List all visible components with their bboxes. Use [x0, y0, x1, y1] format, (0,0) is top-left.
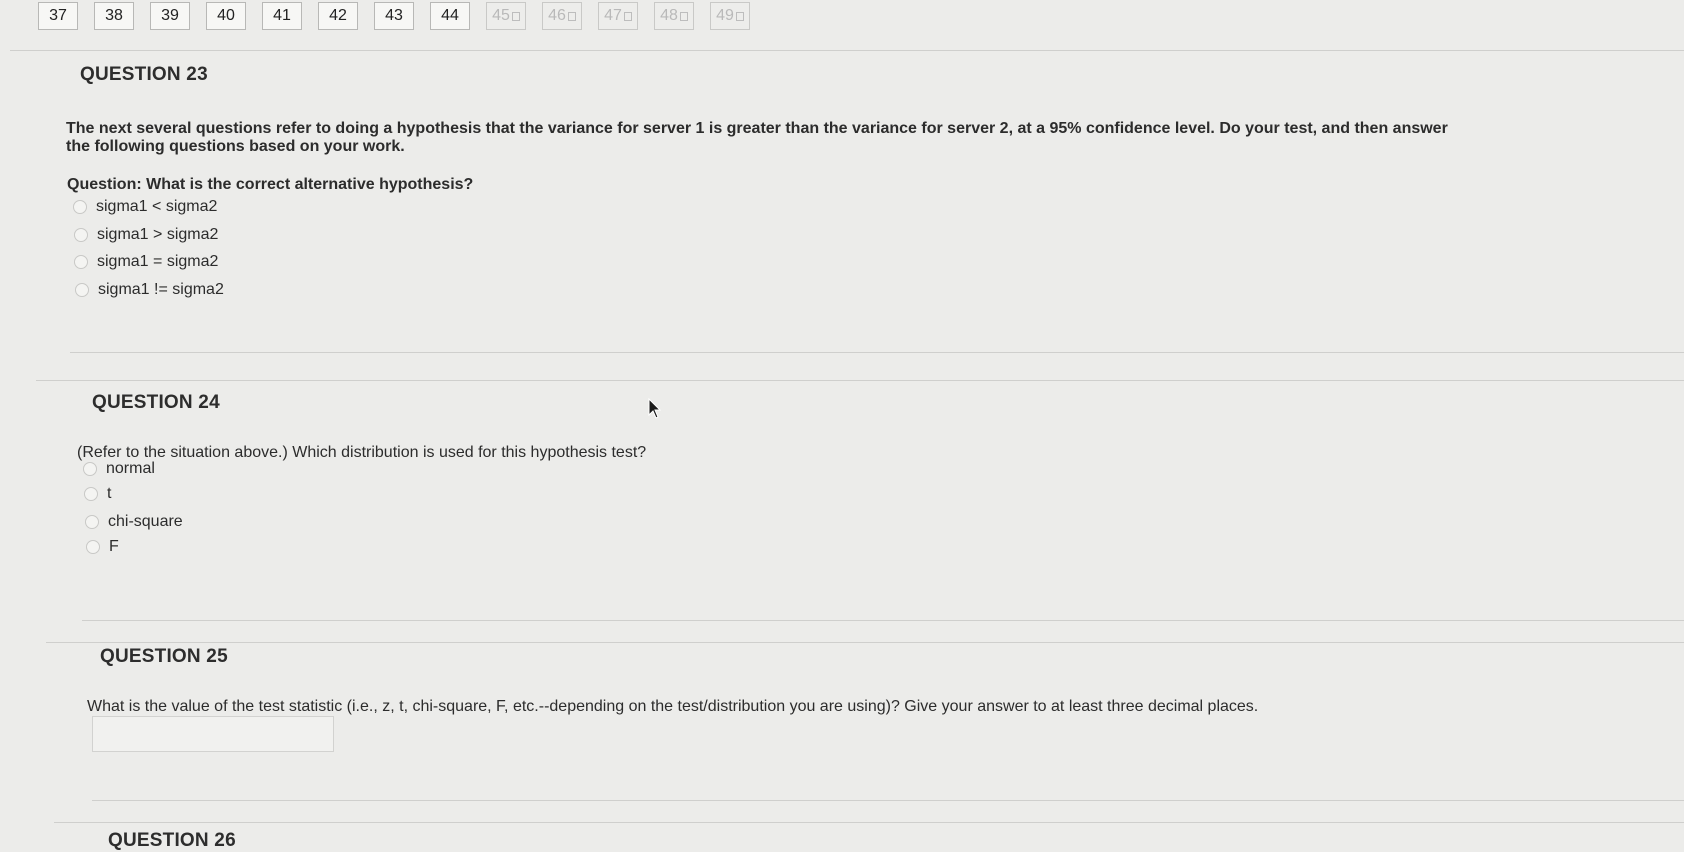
- nav-question-40[interactable]: 40: [206, 2, 246, 30]
- nav-label: 48: [660, 7, 678, 24]
- q24-option-4[interactable]: F: [86, 538, 119, 556]
- radio-button[interactable]: [74, 228, 88, 242]
- option-label: sigma1 > sigma2: [97, 226, 219, 243]
- nav-label: 38: [105, 7, 123, 24]
- divider: [70, 352, 1684, 353]
- saved-icon: [567, 11, 576, 21]
- nav-question-37[interactable]: 37: [38, 2, 78, 30]
- q23-option-3[interactable]: sigma1 = sigma2: [74, 253, 218, 271]
- mouse-pointer-icon: [648, 398, 662, 419]
- option-label: normal: [106, 460, 155, 477]
- nav-label: 41: [273, 7, 291, 24]
- radio-button[interactable]: [85, 515, 99, 529]
- nav-question-48[interactable]: 48: [654, 2, 694, 30]
- nav-question-44[interactable]: 44: [430, 2, 470, 30]
- option-label: sigma1 != sigma2: [98, 281, 224, 298]
- question-23-intro: The next several questions refer to doin…: [66, 120, 1626, 156]
- saved-icon: [623, 11, 632, 21]
- divider: [46, 642, 1684, 643]
- option-label: sigma1 < sigma2: [96, 198, 218, 215]
- q23-option-1[interactable]: sigma1 < sigma2: [73, 198, 217, 216]
- nav-label: 47: [604, 7, 622, 24]
- nav-question-45[interactable]: 45: [486, 2, 526, 30]
- nav-question-39[interactable]: 39: [150, 2, 190, 30]
- nav-question-49[interactable]: 49: [710, 2, 750, 30]
- q24-option-2[interactable]: t: [84, 485, 111, 503]
- divider: [36, 380, 1684, 381]
- divider: [82, 620, 1684, 621]
- radio-button[interactable]: [74, 255, 88, 269]
- question-24-title: QUESTION 24: [92, 392, 220, 413]
- nav-question-38[interactable]: 38: [94, 2, 134, 30]
- radio-button[interactable]: [84, 487, 98, 501]
- nav-label: 39: [161, 7, 179, 24]
- nav-question-42[interactable]: 42: [318, 2, 358, 30]
- nav-question-46[interactable]: 46: [542, 2, 582, 30]
- question-25-prompt: What is the value of the test statistic …: [87, 698, 1259, 715]
- option-label: sigma1 = sigma2: [97, 253, 219, 270]
- option-label: t: [107, 485, 112, 502]
- question-nav: 37 38 39 40 41 42 43 44 45 46 47 48 49: [38, 2, 766, 30]
- nav-label: 43: [385, 7, 403, 24]
- nav-label: 40: [217, 7, 235, 24]
- nav-label: 46: [548, 7, 566, 24]
- nav-label: 49: [716, 7, 734, 24]
- question-25-title: QUESTION 25: [100, 646, 228, 667]
- question-23-title: QUESTION 23: [80, 64, 208, 85]
- question-24-prompt: (Refer to the situation above.) Which di…: [77, 444, 647, 461]
- divider: [54, 822, 1684, 823]
- radio-button[interactable]: [75, 283, 89, 297]
- saved-icon: [679, 11, 688, 21]
- question-23-intro-line1: The next several questions refer to doin…: [66, 120, 1448, 137]
- question-23-prompt: Question: What is the correct alternativ…: [67, 176, 474, 193]
- q24-option-3[interactable]: chi-square: [85, 513, 183, 531]
- nav-label: 44: [441, 7, 459, 24]
- divider: [10, 50, 1684, 51]
- q24-option-1[interactable]: normal: [83, 460, 155, 478]
- test-statistic-answer-input[interactable]: [92, 716, 334, 752]
- divider: [92, 800, 1684, 801]
- nav-label: 45: [492, 7, 510, 24]
- nav-label: 42: [329, 7, 347, 24]
- saved-icon: [511, 11, 520, 21]
- nav-question-43[interactable]: 43: [374, 2, 414, 30]
- option-label: F: [109, 538, 119, 555]
- q23-option-2[interactable]: sigma1 > sigma2: [74, 226, 218, 244]
- radio-button[interactable]: [73, 200, 87, 214]
- question-26-title: QUESTION 26: [108, 830, 236, 851]
- saved-icon: [735, 11, 744, 21]
- nav-question-47[interactable]: 47: [598, 2, 638, 30]
- radio-button[interactable]: [83, 462, 97, 476]
- radio-button[interactable]: [86, 540, 100, 554]
- nav-label: 37: [49, 7, 67, 24]
- option-label: chi-square: [108, 513, 183, 530]
- q23-option-4[interactable]: sigma1 != sigma2: [75, 281, 224, 299]
- question-23-intro-line2: the following questions based on your wo…: [66, 138, 405, 155]
- nav-question-41[interactable]: 41: [262, 2, 302, 30]
